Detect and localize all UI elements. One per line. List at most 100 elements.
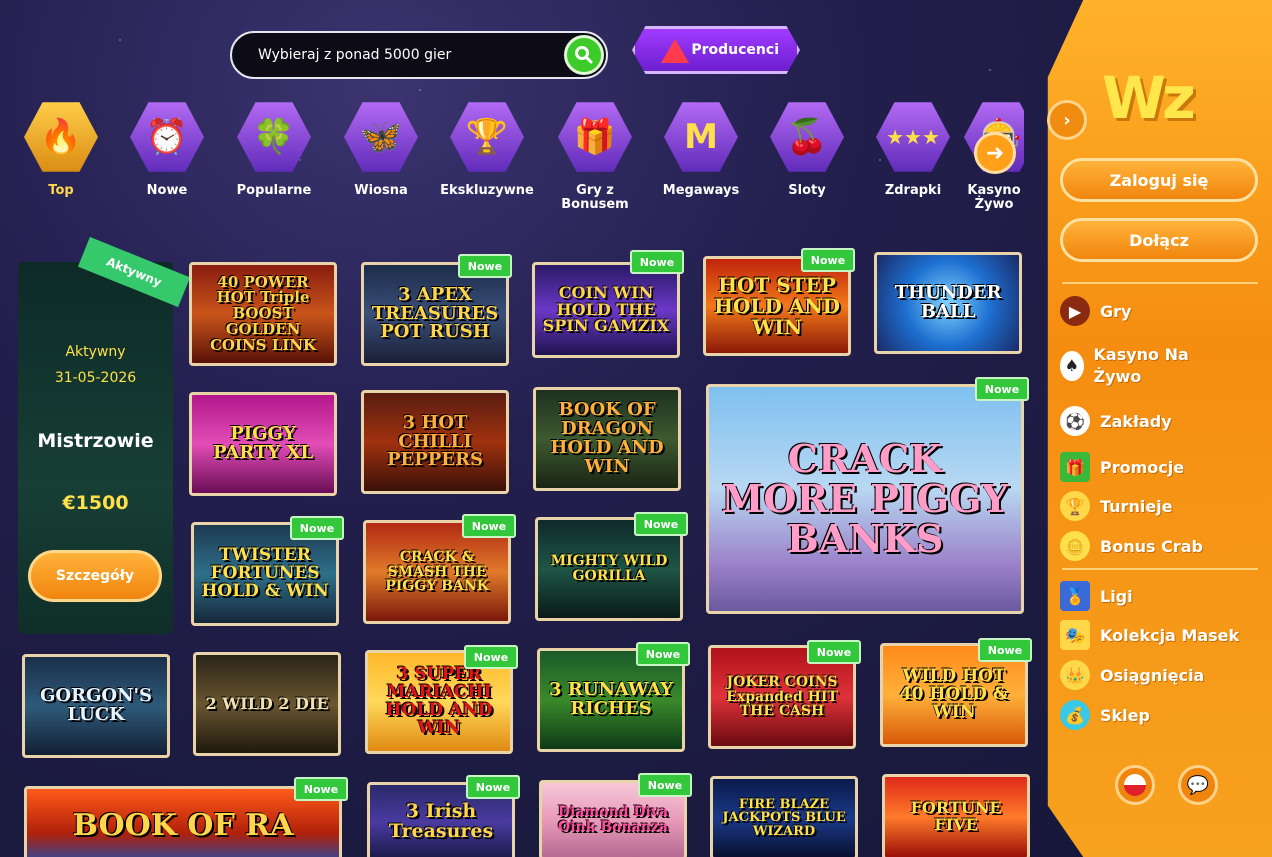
promo-status: Aktywny	[65, 344, 126, 360]
category-label: Nowe	[146, 183, 188, 198]
game-title: FIRE BLAZE JACKPOTS BLUE WIZARD	[722, 796, 846, 839]
menu-item-bets[interactable]: ⚽ Zakłady	[1060, 406, 1172, 436]
game-title: CRACK & SMASH THE PIGGY BANK	[385, 548, 489, 595]
menu-label: Turnieje	[1100, 496, 1173, 516]
category-slots[interactable]: 🍒 Sloty	[752, 100, 862, 198]
category-label: Ekskluzywne	[440, 183, 534, 198]
game-title: WILD HOT 40 HOLD & WIN	[899, 666, 1009, 722]
language-button[interactable]	[1115, 765, 1155, 805]
fire-icon: 🔥	[24, 102, 98, 172]
promo-date: 31-05-2026	[54, 370, 137, 386]
game-tile[interactable]: COIN WIN HOLD THE SPIN GAMZIX	[532, 262, 680, 358]
category-bonus-games[interactable]: 🎁 Gry z Bonusem	[540, 100, 650, 212]
category-label: Gry z Bonusem	[561, 183, 629, 212]
game-title: 3 Irish Treasures	[388, 800, 494, 842]
menu-item-achievements[interactable]: 👑 Osiągnięcia	[1060, 660, 1204, 690]
category-new[interactable]: ⏰ Nowe	[112, 100, 222, 198]
menu-item-mask-collection[interactable]: 🎭 Kolekcja Masek	[1060, 620, 1239, 650]
game-title: FORTUNE FIVE	[910, 798, 1002, 834]
game-title: 3 SUPER MARIACHI HOLD AND WIN	[385, 664, 493, 738]
gift-icon: 🎁	[558, 102, 632, 172]
category-label: Megaways	[662, 183, 740, 198]
game-title: GORGON'S LUCK	[39, 685, 153, 725]
game-title: PIGGY PARTY XL	[213, 423, 313, 463]
category-label: Sloty	[788, 183, 826, 198]
game-tile[interactable]: THUNDER BALL	[874, 252, 1022, 354]
category-exclusive[interactable]: 🏆 Ekskluzywne	[432, 100, 542, 198]
butterfly-icon: 🦋	[344, 102, 418, 172]
game-tile[interactable]: GORGON'S LUCK	[22, 654, 170, 758]
game-title: COIN WIN HOLD THE SPIN GAMZIX	[542, 282, 670, 336]
promo-details-button[interactable]: Szczegóły	[28, 550, 162, 602]
menu-item-leagues[interactable]: 🏅 Ligi	[1060, 581, 1133, 611]
menu-item-tournaments[interactable]: 🏆 Turnieje	[1060, 491, 1173, 521]
game-title: BOOK OF DRAGON HOLD AND WIN	[550, 399, 664, 477]
menu-label: Kolekcja Masek	[1100, 625, 1240, 645]
new-badge: Nowe	[807, 640, 861, 664]
producers-button[interactable]: Producenci	[632, 26, 800, 74]
menu-label: Sklep	[1100, 705, 1150, 725]
cherry-icon: 🍒	[770, 102, 844, 172]
category-megaways[interactable]: M Megaways	[646, 100, 756, 198]
promo-prize: €1500	[62, 492, 129, 514]
game-title: 2 WILD 2 DIE	[205, 693, 329, 713]
crab-coin-icon: 🪙	[1060, 531, 1090, 561]
poland-flag-icon	[1124, 774, 1146, 796]
category-label: Wiosna	[354, 183, 408, 198]
cards-icon: ♠	[1060, 351, 1084, 381]
game-title: HOT STEP HOLD AND WIN	[714, 272, 840, 339]
arrow-right-icon: ➜	[985, 140, 1005, 166]
game-tile[interactable]: FIRE BLAZE JACKPOTS BLUE WIZARD	[710, 776, 858, 857]
divider	[1062, 282, 1258, 284]
search-button[interactable]	[564, 35, 604, 75]
category-popular[interactable]: 🍀 Popularne	[219, 100, 329, 198]
game-tile-featured[interactable]: CRACK MORE PIGGY BANKS	[706, 384, 1024, 614]
new-badge: Nowe	[464, 645, 518, 669]
category-label: Kasyno Żywo	[967, 183, 1021, 212]
sidebar-toggle-button[interactable]: ›	[1047, 100, 1087, 140]
new-badge: Nowe	[458, 254, 512, 278]
menu-item-promotions[interactable]: 🎁 Promocje	[1060, 452, 1184, 482]
search-icon	[575, 46, 593, 64]
chevron-right-icon: ›	[1063, 109, 1071, 131]
new-badge: Nowe	[636, 642, 690, 666]
site-logo[interactable]: Wz	[1102, 64, 1242, 132]
alarm-clock-icon: ⏰	[130, 102, 204, 172]
scratch-card-icon: ★★★	[876, 102, 950, 172]
game-tile[interactable]: 2 WILD 2 DIE	[193, 652, 341, 756]
category-scratch[interactable]: ★★★ Zdrapki	[858, 100, 968, 198]
menu-item-bonus-crab[interactable]: 🪙 Bonus Crab	[1060, 531, 1203, 561]
chat-button[interactable]: 💬	[1178, 765, 1218, 805]
game-title: MIGHTY WILD GORILLA	[550, 553, 668, 584]
search-placeholder: Wybieraj z ponad 5000 gier	[258, 47, 452, 63]
category-top[interactable]: 🔥 Top	[6, 100, 116, 198]
new-badge: Nowe	[290, 516, 344, 540]
crown-icon: 👑	[1060, 660, 1090, 690]
category-spring[interactable]: 🦋 Wiosna	[326, 100, 436, 198]
category-next-button[interactable]: ➜	[974, 132, 1016, 174]
game-tile[interactable]: BOOK OF DRAGON HOLD AND WIN	[533, 387, 681, 491]
menu-label: Bonus Crab	[1100, 536, 1203, 556]
game-tile[interactable]: 3 HOT CHILLI PEPPERS	[361, 390, 509, 494]
new-badge: Nowe	[638, 773, 692, 797]
new-badge: Nowe	[634, 512, 688, 536]
game-title: BOOK OF RA	[72, 808, 294, 844]
mask-card-icon: 🎭	[1060, 620, 1090, 650]
menu-item-live-casino[interactable]: ♠ Kasyno Na Żywo	[1060, 344, 1210, 388]
divider	[1062, 568, 1258, 570]
login-button[interactable]: Zaloguj się	[1060, 158, 1258, 202]
game-tile[interactable]: PIGGY PARTY XL	[189, 392, 337, 496]
game-title: 3 HOT CHILLI PEPPERS	[386, 411, 483, 471]
join-button[interactable]: Dołącz	[1060, 218, 1258, 262]
game-tile[interactable]: FORTUNE FIVE	[882, 774, 1030, 857]
chat-icon: 💬	[1186, 774, 1210, 796]
menu-item-games[interactable]: ▶ Gry	[1060, 296, 1131, 326]
game-title: TWISTER FORTUNES HOLD & WIN	[201, 545, 329, 601]
producers-icon	[661, 39, 689, 63]
new-badge: Nowe	[466, 775, 520, 799]
game-tile[interactable]: 40 POWER HOT Triple BOOST GOLDEN COINS L…	[189, 262, 337, 366]
search-input[interactable]: Wybieraj z ponad 5000 gier	[230, 31, 608, 79]
game-title: 40 POWER HOT Triple BOOST GOLDEN COINS L…	[209, 272, 317, 354]
menu-item-shop[interactable]: 💰 Sklep	[1060, 700, 1150, 730]
menu-label: Osiągnięcia	[1100, 665, 1205, 685]
